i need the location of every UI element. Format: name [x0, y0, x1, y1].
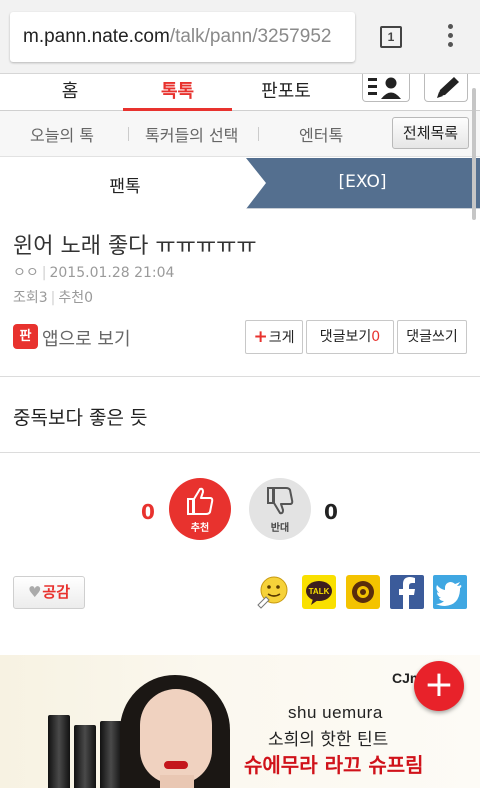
zoom-label: 크게: [268, 330, 295, 346]
sub-nav: 오늘의 톡 톡커들의 선택 엔터톡 전체목록: [0, 111, 480, 157]
thumbs-down-icon: [267, 487, 294, 515]
browser-toolbar: m.pann.nate.com/talk/pann/3257952 1: [0, 0, 480, 74]
ad-headline: 소희의 핫한 틴트: [268, 730, 389, 750]
comment-count: 0: [371, 329, 381, 345]
post-title: 윈어 노래 좋다 ㅠㅠㅠㅠㅠ: [13, 234, 257, 259]
breadcrumb-category[interactable]: 팬톡: [70, 172, 180, 197]
model-neck: [160, 775, 194, 788]
write-comment-button[interactable]: 댓글쓰기: [397, 320, 467, 354]
breadcrumb-board[interactable]: [EXO]: [300, 172, 425, 192]
model-lips: [164, 761, 188, 769]
tab-panphoto[interactable]: 판포토: [236, 74, 336, 111]
kakaostory-icon[interactable]: [346, 575, 380, 609]
upvote-label: 추천: [190, 523, 210, 534]
divider: [0, 452, 480, 453]
lipstick-image: [48, 715, 70, 788]
meta-divider: |: [41, 265, 47, 281]
url-path: /talk/pann/3257952: [169, 26, 332, 47]
view-count: 조회3: [13, 290, 48, 306]
model-face: [140, 689, 212, 784]
kakaotalk-icon[interactable]: TALK: [302, 575, 336, 609]
main-nav: 홈 톡톡 판포토: [0, 74, 480, 111]
tab-toktok[interactable]: 톡톡: [123, 74, 232, 111]
subnav-choice[interactable]: 톡커들의 선택: [145, 122, 238, 146]
post-meta: ㅇㅇ | 2015.01.28 21:04: [13, 262, 174, 282]
plus-icon: +: [253, 327, 268, 347]
view-comments-label: 댓글보기: [319, 329, 372, 345]
heart-icon: ♥: [27, 583, 42, 601]
ad-product: 슈에무라 라끄 슈프림: [244, 753, 424, 777]
twitter-icon[interactable]: [433, 575, 467, 609]
post-date: 2015.01.28 21:04: [49, 265, 175, 281]
kakaotalk-text: TALK: [309, 587, 330, 596]
zoom-button[interactable]: +크게: [245, 320, 303, 354]
floating-add-button[interactable]: +: [414, 661, 464, 711]
stats-divider: |: [50, 290, 56, 306]
downvote-button[interactable]: 반대: [249, 478, 311, 540]
app-view-label: 앱으로 보기: [42, 329, 131, 350]
pencil-icon[interactable]: [424, 74, 468, 102]
subnav-divider: [128, 127, 129, 141]
upvote-button[interactable]: 추천: [169, 478, 231, 540]
profile-list-icon[interactable]: [362, 74, 410, 102]
divider: [0, 376, 480, 377]
scrollbar[interactable]: [472, 88, 476, 220]
lipstick-image: [74, 725, 96, 788]
address-bar[interactable]: m.pann.nate.com/talk/pann/3257952: [10, 12, 355, 62]
tab-count-icon[interactable]: 1: [380, 26, 402, 48]
post-stats: 조회3 | 추천0: [13, 287, 93, 307]
ad-banner[interactable]: CJm shu uemura 소희의 핫한 틴트 슈에무라 라끄 슈프림: [0, 655, 480, 788]
url-host: m.pann.nate.com: [23, 26, 170, 47]
app-logo-icon: 판: [13, 324, 38, 349]
tab-home[interactable]: 홈: [20, 74, 120, 111]
recommend-count: 추천0: [58, 290, 94, 306]
downvote-label: 반대: [270, 523, 290, 534]
empathy-button[interactable]: ♥공감: [13, 576, 85, 609]
downvote-count: 0: [324, 500, 338, 524]
empathy-label: 공감: [42, 583, 71, 601]
facebook-icon[interactable]: [390, 575, 424, 609]
thumbs-up-icon: [187, 487, 214, 515]
post-body: 중독보다 좋은 듯: [13, 407, 148, 429]
subnav-today[interactable]: 오늘의 톡: [30, 122, 94, 146]
ad-brand: shu uemura: [288, 703, 383, 722]
emoticon-share-icon[interactable]: [256, 575, 290, 609]
post-author[interactable]: ㅇㅇ: [13, 265, 39, 281]
lipstick-image: [100, 721, 122, 788]
subnav-entertainment[interactable]: 엔터톡: [299, 122, 343, 146]
overflow-menu-icon[interactable]: [440, 22, 460, 52]
subnav-divider: [258, 127, 259, 141]
breadcrumb: 팬톡 [EXO]: [0, 158, 480, 209]
all-list-button[interactable]: 전체목록: [392, 117, 469, 149]
upvote-count: 0: [141, 500, 155, 524]
view-comments-button[interactable]: 댓글보기0: [306, 320, 394, 354]
